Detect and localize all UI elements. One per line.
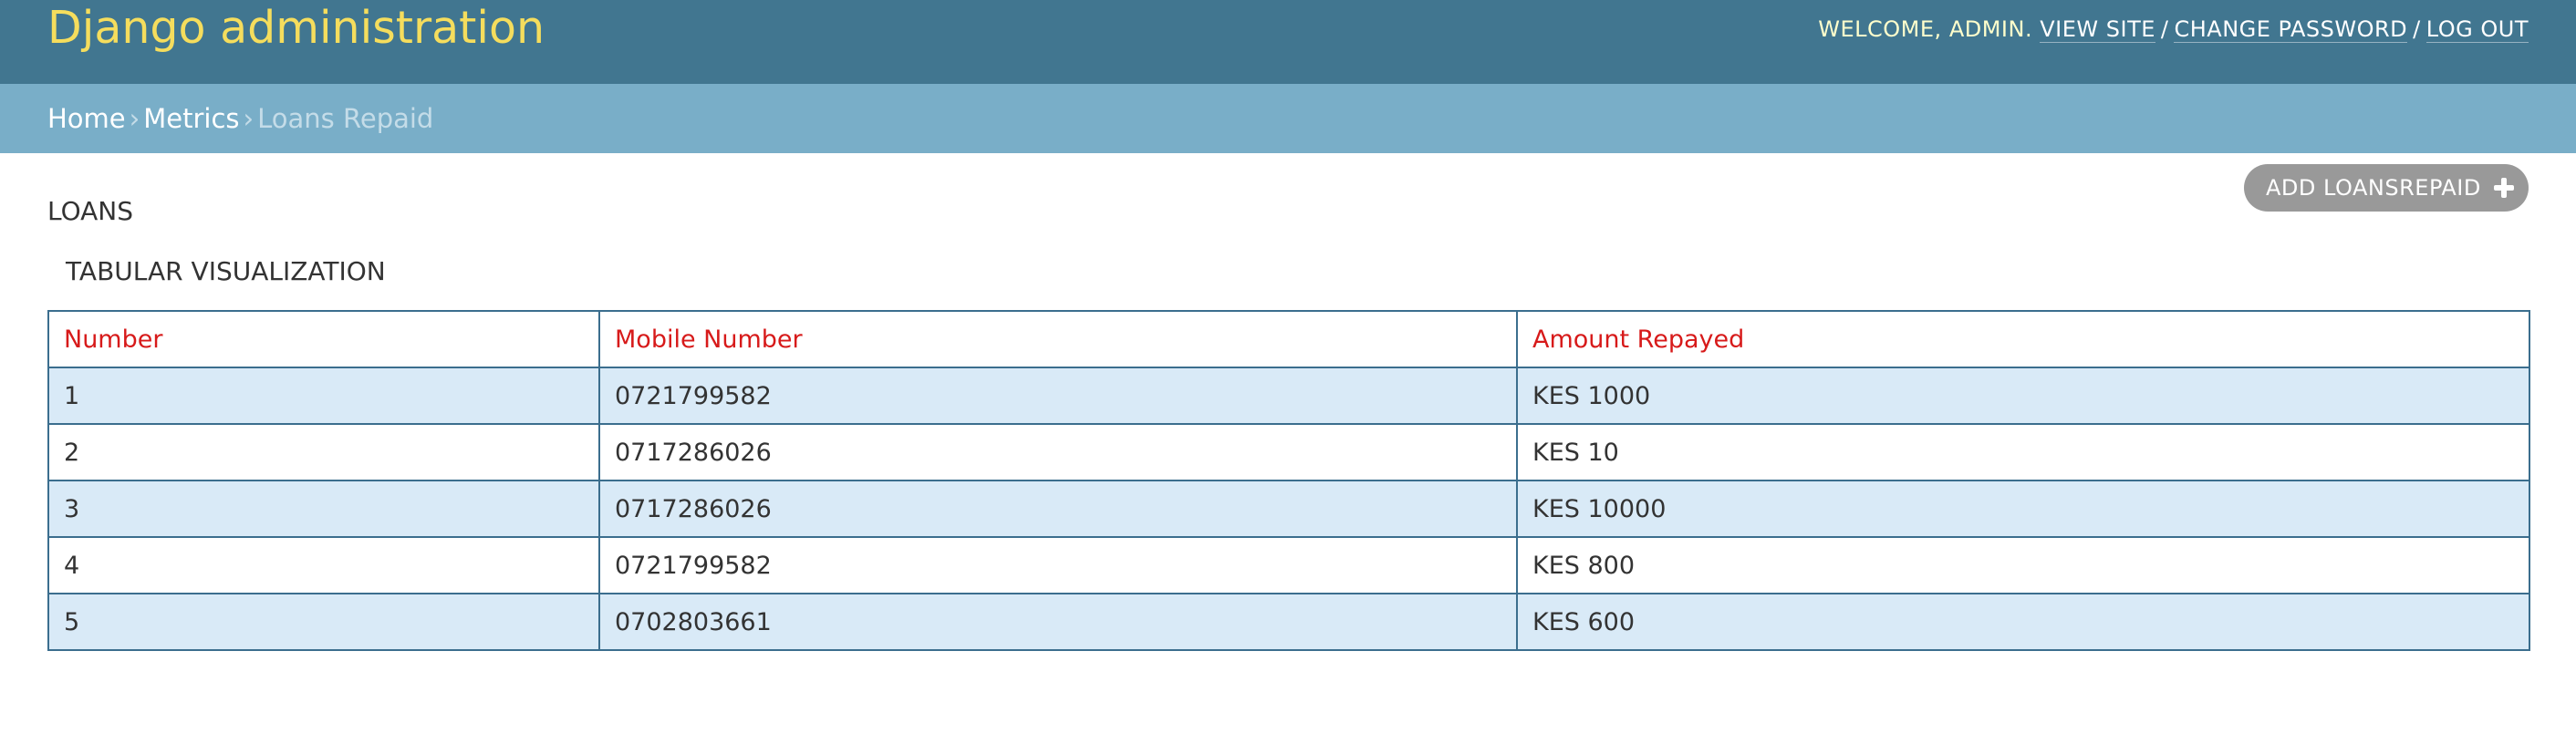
cell-amount-repayed: KES 1000 (1516, 367, 2530, 425)
log-out-link[interactable]: LOG OUT (2425, 16, 2529, 43)
column-header-mobile-number[interactable]: Mobile Number (598, 310, 1518, 368)
table-row: 5 0702803661 KES 600 (47, 593, 2530, 651)
welcome-text: WELCOME, (1818, 16, 1942, 42)
cell-number: 3 (47, 480, 600, 538)
cell-mobile-number: 0702803661 (598, 593, 1518, 651)
breadcrumb-trail: Home › Metrics › Loans Repaid (47, 84, 433, 153)
section-title: LOANS (47, 196, 134, 226)
change-password-link[interactable]: CHANGE PASSWORD (2174, 16, 2408, 43)
breadcrumb: Home › Metrics › Loans Repaid (0, 84, 2576, 153)
cell-mobile-number: 0721799582 (598, 367, 1518, 425)
cell-number: 4 (47, 536, 600, 594)
add-button-label: ADD LOANSREPAID (2266, 175, 2481, 201)
plus-icon (2494, 178, 2514, 198)
column-header-number[interactable]: Number (47, 310, 600, 368)
table-row: 3 0717286026 KES 10000 (47, 480, 2530, 538)
cell-amount-repayed: KES 10000 (1516, 480, 2530, 538)
table-header-row: Number Mobile Number Amount Repayed (47, 310, 2530, 368)
add-loansrepaid-button[interactable]: ADD LOANSREPAID (2244, 164, 2529, 212)
table-row: 1 0721799582 KES 1000 (47, 367, 2530, 425)
view-site-link[interactable]: VIEW SITE (2040, 16, 2155, 43)
username: ADMIN. (1948, 16, 2033, 42)
user-tools: WELCOME, ADMIN. VIEW SITE / CHANGE PASSWOR… (1818, 13, 2529, 46)
cell-mobile-number: 0717286026 (598, 423, 1518, 481)
cell-amount-repayed: KES 600 (1516, 593, 2530, 651)
breadcrumb-separator: › (243, 103, 254, 134)
user-tools-separator: / (2413, 16, 2421, 42)
cell-number: 2 (47, 423, 600, 481)
breadcrumb-metrics-link[interactable]: Metrics (143, 103, 239, 134)
cell-mobile-number: 0717286026 (598, 480, 1518, 538)
cell-number: 5 (47, 593, 600, 651)
loans-table: Number Mobile Number Amount Repayed 1 07… (47, 310, 2530, 651)
cell-mobile-number: 0721799582 (598, 536, 1518, 594)
table-row: 4 0721799582 KES 800 (47, 536, 2530, 594)
site-header: Django administration WELCOME, ADMIN. VI… (0, 0, 2576, 84)
cell-number: 1 (47, 367, 600, 425)
table-row: 2 0717286026 KES 10 (47, 423, 2530, 481)
cell-amount-repayed: KES 10 (1516, 423, 2530, 481)
cell-amount-repayed: KES 800 (1516, 536, 2530, 594)
table-title: TABULAR VISUALIZATION (66, 256, 386, 286)
breadcrumb-separator: › (129, 103, 140, 134)
breadcrumb-current: Loans Repaid (257, 103, 434, 134)
user-tools-separator: / (2160, 16, 2169, 42)
site-branding[interactable]: Django administration (47, 0, 545, 57)
breadcrumb-home-link[interactable]: Home (47, 103, 126, 134)
column-header-amount-repayed[interactable]: Amount Repayed (1516, 310, 2530, 368)
